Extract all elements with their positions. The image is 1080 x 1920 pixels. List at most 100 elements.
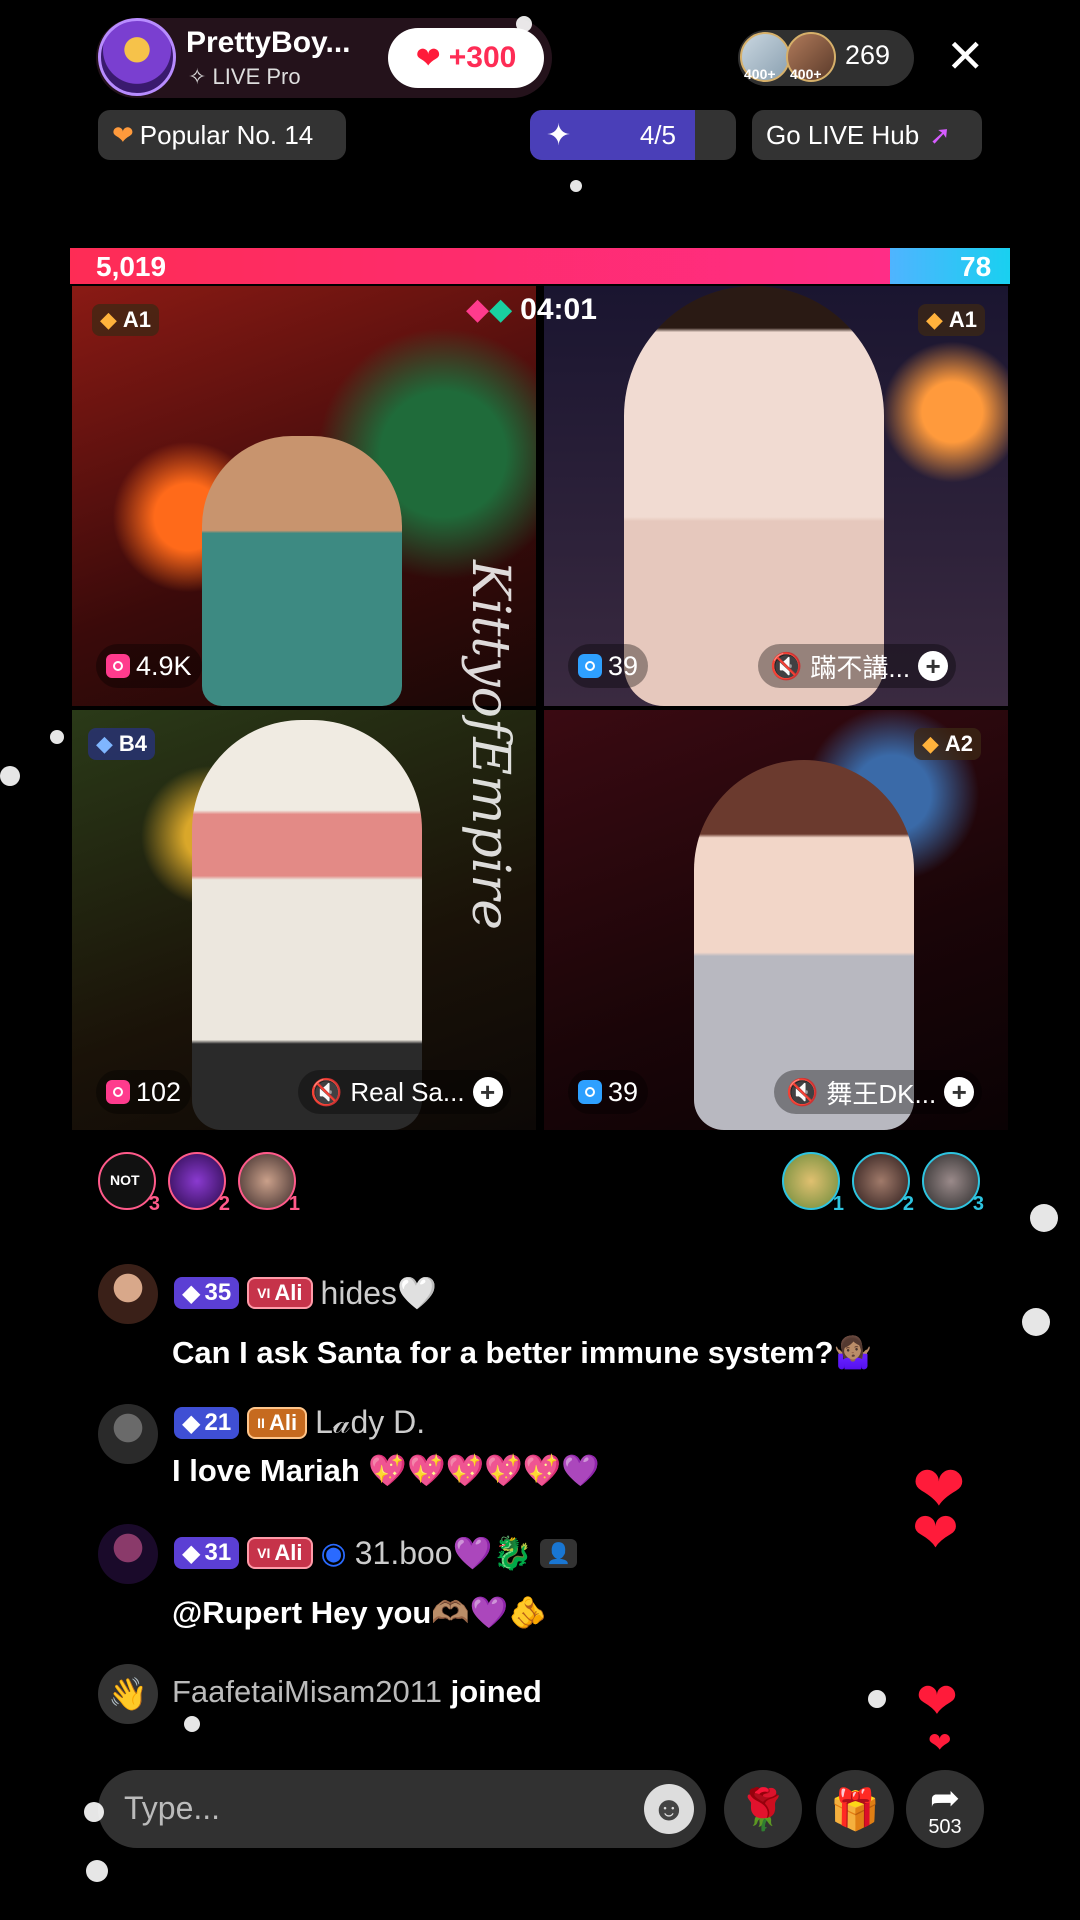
snowflake [516, 16, 532, 32]
emoji-icon[interactable]: ☻ [644, 1784, 694, 1834]
tile-viewer-stat: 4.9K [96, 644, 202, 688]
friend-icon: 👤 [540, 1538, 578, 1568]
goal-progress-chip[interactable]: ✦ 4/5 [530, 110, 736, 160]
snowflake [84, 1802, 104, 1822]
diamond-icon: ◆ [182, 1409, 201, 1437]
tile-streamer-name[interactable]: 🔇 Real Sa... + [298, 1070, 511, 1114]
level-badge: ◆ 21 [174, 1407, 240, 1439]
watermark: KittyofEmpire [460, 560, 520, 931]
diamond-icon: ◆ [926, 307, 943, 332]
battle-tile[interactable]: ◆ A1 39 🔇 蹣不講... + [544, 286, 1008, 706]
rank-badge: ◆ A2 [914, 728, 982, 760]
popular-rank-chip[interactable]: ❤ Popular No. 14 [98, 110, 346, 160]
like-label: +300 [448, 41, 517, 74]
tile-streamer-name[interactable]: 🔇 舞王DK... + [774, 1070, 983, 1114]
top-gifter-avatar[interactable]: NOT 3 [98, 1152, 160, 1215]
top-gifter-avatar[interactable]: 3 [922, 1152, 984, 1215]
chat-avatar[interactable] [98, 1524, 158, 1584]
chat-header: ◆ 21 II Ali L𝒶dy D. [174, 1404, 425, 1442]
share-count: 503 [928, 1815, 962, 1838]
goal-progress-label: 4/5 [639, 119, 676, 150]
chat-header: ◆ 31 VI Ali ◉ 31.boo💜🐉 👤 [174, 1534, 578, 1572]
heart-icon: ❤ [415, 41, 441, 75]
chat-username[interactable]: L𝒶dy D. [315, 1404, 425, 1442]
chat-header: ◆ 35 VI Ali hides🤍 [174, 1274, 437, 1312]
rank-badge: ◆ A1 [92, 304, 160, 336]
share-icon: ➦ [929, 1776, 961, 1818]
plus-icon[interactable]: + [472, 1077, 503, 1107]
arrow-icon: ➚ [929, 119, 951, 150]
floating-heart-icon: ❤ [916, 1673, 958, 1729]
snowflake [1022, 1308, 1050, 1336]
comment-placeholder: Type... [124, 1790, 221, 1826]
share-button[interactable]: ➦ 503 [906, 1770, 984, 1848]
chat-message: I love Mariah 💖💖💖💖💖💜 [172, 1453, 600, 1488]
battle-tile[interactable]: ◆ A2 39 🔇 舞王DK... + [544, 710, 1008, 1130]
fan-club-badge: VI Ali [247, 1277, 313, 1309]
diamond-icon: ◆ [922, 731, 939, 756]
like-button[interactable]: ❤ +300 [388, 28, 544, 88]
viewer-badge: 400+ [744, 66, 776, 82]
diamond-icon: ◆ [100, 307, 117, 332]
snowflake [570, 180, 582, 192]
chat-username[interactable]: 31.boo💜🐉 [355, 1534, 533, 1572]
popular-rank-label: Popular No. 14 [139, 119, 314, 150]
viewer-count: 269 [845, 40, 891, 70]
battle-icon: ◆ [466, 293, 490, 326]
mute-icon: 🔇 [310, 1076, 343, 1107]
chat-username[interactable]: hides🤍 [321, 1274, 437, 1312]
level-badge: ◆ 35 [174, 1277, 240, 1309]
streamer-figure [192, 720, 422, 1130]
plus-icon[interactable]: + [918, 651, 949, 681]
snowflake [1030, 1204, 1058, 1232]
spark-icon: ✦ [546, 118, 572, 152]
tile-viewer-stat: 39 [568, 1070, 649, 1114]
go-live-hub-label: Go LIVE Hub [766, 119, 920, 150]
streamer-figure [202, 436, 402, 706]
camera-icon [578, 654, 602, 678]
rose-icon[interactable]: 🌹 [724, 1770, 802, 1848]
heart-icon: ❤ [112, 119, 134, 150]
mute-icon: 🔇 [786, 1076, 819, 1107]
plus-icon[interactable]: + [944, 1077, 975, 1107]
streamer-figure [624, 286, 884, 706]
fan-club-badge: VI Ali [247, 1537, 313, 1569]
rank-badge: ◆ B4 [88, 728, 156, 760]
top-gifter-avatar[interactable]: 2 [168, 1152, 230, 1215]
camera-icon [106, 1080, 130, 1104]
battle-score-bar-right [890, 248, 1010, 284]
wave-icon: 👋 [98, 1664, 158, 1724]
gift-icon[interactable]: 🎁 [816, 1770, 894, 1848]
chat-avatar[interactable] [98, 1404, 158, 1464]
battle-score-left: 5,019 [96, 251, 167, 282]
floating-heart-icon: ❤ [928, 1727, 952, 1758]
viewer-badge: 400+ [790, 66, 822, 82]
diamond-icon: ◆ [182, 1279, 201, 1307]
host-name[interactable]: PrettyBoy... [186, 26, 351, 60]
chat-avatar[interactable] [98, 1264, 158, 1324]
snowflake [86, 1860, 108, 1882]
close-icon[interactable]: ✕ [946, 30, 985, 82]
tile-viewer-stat: 102 [96, 1070, 192, 1114]
battle-score-bar-left [70, 248, 950, 284]
fan-club-badge: II Ali [247, 1407, 308, 1439]
go-live-hub-button[interactable]: Go LIVE Hub ➚ [752, 110, 982, 160]
floating-heart-icon: ❤ [912, 1501, 959, 1564]
join-notice: FaafetaiMisam2011 joined [172, 1674, 542, 1709]
diamond-icon: ◆ [182, 1539, 201, 1567]
snowflake [184, 1716, 200, 1732]
host-avatar[interactable] [98, 18, 176, 96]
snowflake [0, 766, 20, 786]
spark-icon: ✧ [188, 64, 213, 89]
tile-streamer-name[interactable]: 🔇 蹣不講... + [758, 644, 957, 688]
camera-icon [106, 654, 130, 678]
evil-eye-icon: ◉ [320, 1536, 347, 1570]
snowflake [50, 730, 64, 744]
tile-viewer-stat: 39 [568, 644, 649, 688]
top-gifter-avatar[interactable]: 1 [782, 1152, 844, 1215]
camera-icon [578, 1080, 602, 1104]
rank-badge: ◆ A1 [918, 304, 986, 336]
top-gifter-avatar[interactable]: 2 [852, 1152, 914, 1215]
top-gifter-avatar[interactable]: 1 [238, 1152, 300, 1215]
level-badge: ◆ 31 [174, 1537, 240, 1569]
